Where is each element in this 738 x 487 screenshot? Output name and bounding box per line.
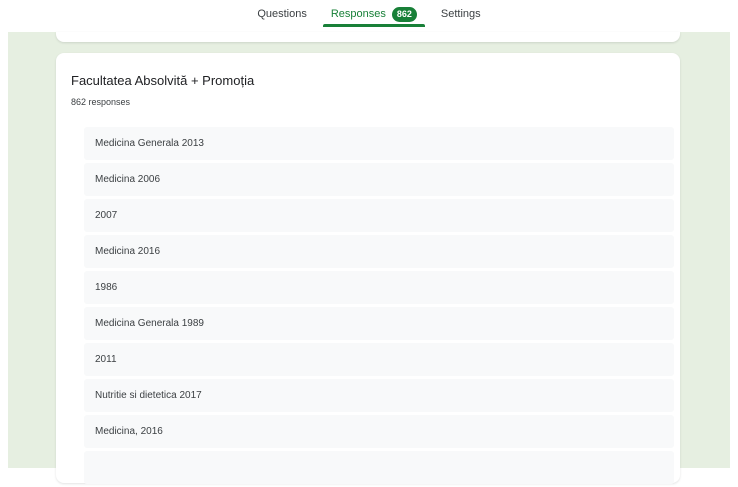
tab-responses[interactable]: Responses 862	[319, 0, 429, 30]
form-tabs: Questions Responses 862 Settings	[0, 0, 738, 32]
tab-settings[interactable]: Settings	[429, 0, 493, 30]
response-item: Medicina Generala 1989	[84, 307, 674, 340]
response-text: Medicina Generala 2013	[95, 138, 204, 149]
responses-count-badge: 862	[391, 6, 417, 22]
response-item: 2007	[84, 199, 674, 232]
response-text: 2007	[95, 210, 118, 221]
response-text: Medicina 2016	[95, 246, 161, 257]
response-item: 2011	[84, 343, 674, 376]
response-text: Medicina 2006	[95, 174, 161, 185]
response-item: 1986	[84, 271, 674, 304]
response-item: Nutritie si dietetica 2017	[84, 379, 674, 412]
response-item: Medicina 2006	[84, 163, 674, 196]
active-tab-indicator	[322, 24, 425, 27]
response-item: Medicina Generala 2013	[84, 127, 674, 160]
response-text: Medicina Generala 1989	[95, 318, 204, 329]
top-tab-bar: Questions Responses 862 Settings	[0, 0, 738, 32]
response-text: Medicina, 2016	[95, 426, 163, 437]
response-count: 862 responses	[71, 97, 131, 107]
response-item: Medicina 2016	[84, 235, 674, 268]
response-text: Nutritie si dietetica 2017	[95, 390, 202, 401]
question-title: Facultatea Absolvită + Promoția	[71, 73, 255, 88]
response-item: Medicina, 2016	[84, 415, 674, 448]
tab-responses-label: Responses	[330, 8, 386, 20]
response-text: 1986	[95, 282, 118, 293]
tab-settings-label: Settings	[440, 8, 481, 20]
response-text: 2011	[95, 354, 117, 365]
previous-question-card	[56, 32, 680, 42]
question-response-card: Facultatea Absolvită + Promoția 862 resp…	[56, 53, 680, 484]
response-list: Medicina Generala 2013 Medicina 2006 200…	[84, 127, 674, 487]
tab-questions[interactable]: Questions	[245, 0, 319, 30]
tab-questions-label: Questions	[257, 8, 307, 20]
